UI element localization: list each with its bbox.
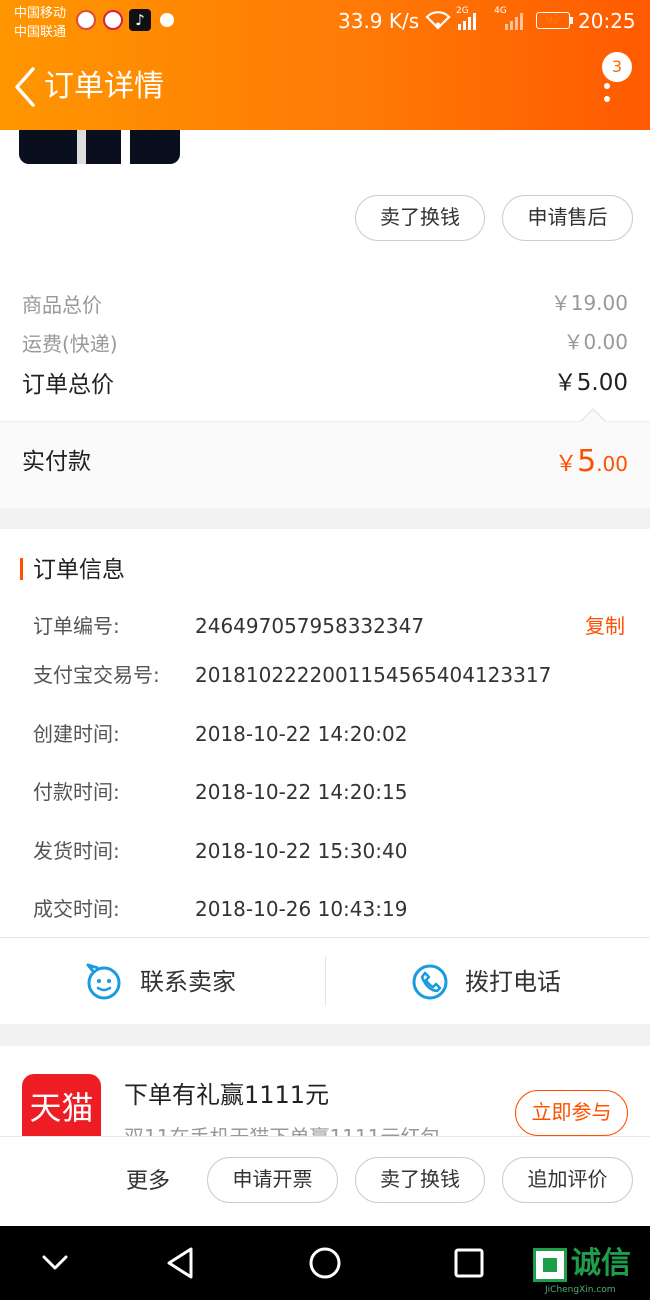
- contact-seller-label: 联系卖家: [140, 968, 236, 996]
- network-type-2: 4G: [494, 6, 507, 16]
- thumbnail-stripe: [77, 130, 86, 164]
- apply-aftersale-button[interactable]: 申请售后: [502, 195, 633, 241]
- watermark-subtext: JiChengXin.com: [545, 1285, 616, 1295]
- clock: 20:25: [578, 9, 636, 33]
- battery-icon: 92: [536, 12, 570, 29]
- goods-total-label: 商品总价: [22, 293, 102, 317]
- network-speed: 33.9 K/s: [338, 9, 420, 33]
- order-number-label: 订单编号:: [33, 614, 120, 638]
- watermark-seal-inner: [543, 1258, 557, 1272]
- goods-total-value: ￥19.00: [550, 291, 628, 315]
- app-notification-icon: [76, 10, 96, 30]
- call-phone-button[interactable]: 拨打电话: [410, 962, 590, 1006]
- alipay-trade-no-value: 2018102222001154565404123317: [195, 663, 552, 687]
- home-circle-icon[interactable]: [308, 1246, 342, 1280]
- order-total-label: 订单总价: [22, 372, 114, 398]
- contact-seller-button[interactable]: 联系卖家: [84, 962, 264, 1006]
- call-phone-label: 拨打电话: [465, 968, 561, 996]
- completed-time-value: 2018-10-26 10:43:19: [195, 897, 408, 921]
- vertical-divider: [325, 956, 326, 1006]
- message-badge[interactable]: 3: [602, 52, 632, 82]
- shipped-time-value: 2018-10-22 15:30:40: [195, 839, 408, 863]
- watermark-seal-icon: [533, 1248, 567, 1282]
- order-number-value: 246497057958332347: [195, 614, 425, 638]
- recent-apps-square-icon[interactable]: [454, 1248, 484, 1278]
- alipay-trade-no-label: 支付宝交易号:: [33, 663, 160, 687]
- battery-tip: [570, 17, 573, 24]
- app-header: 中国移动 中国联通 ♪ 33.9 K/s 2G 4G 92 20:25 订单详情…: [0, 0, 650, 130]
- tiktok-icon: ♪: [129, 9, 151, 31]
- page-title: 订单详情: [44, 69, 164, 104]
- thumbnail-stripe: [121, 130, 130, 164]
- app-notification-icon: [103, 10, 123, 30]
- sell-for-cash-bottom-button[interactable]: 卖了换钱: [355, 1157, 485, 1203]
- paid-label: 实付款: [22, 449, 91, 475]
- watermark-logo: 诚信 JiChengXin.com: [533, 1246, 648, 1298]
- more-button[interactable]: 更多: [126, 1168, 170, 1196]
- apply-invoice-button[interactable]: 申请开票: [207, 1157, 338, 1203]
- chevron-left-icon[interactable]: [12, 66, 38, 108]
- created-time-value: 2018-10-22 14:20:02: [195, 722, 408, 746]
- join-now-button[interactable]: 立即参与: [515, 1090, 628, 1136]
- app-notification-icon: [160, 13, 174, 27]
- carrier-1: 中国移动: [14, 6, 67, 21]
- order-total-value: ￥5.00: [553, 370, 628, 396]
- tmall-logo: 天猫: [22, 1074, 101, 1144]
- paid-value: ￥5.00: [520, 444, 628, 484]
- back-triangle-icon[interactable]: [166, 1246, 194, 1280]
- add-review-button[interactable]: 追加评价: [502, 1157, 633, 1203]
- shipping-label: 运费(快递): [22, 332, 118, 356]
- shipped-time-label: 发货时间:: [33, 839, 120, 863]
- phone-icon: [412, 964, 448, 1000]
- paid-integer: 5: [577, 444, 597, 479]
- order-info-card: [0, 529, 650, 1024]
- wifi-icon: [425, 11, 451, 30]
- divider: [0, 937, 650, 938]
- more-vertical-icon-dot[interactable]: [604, 96, 610, 102]
- paid-decimal: .00: [596, 452, 628, 476]
- shipping-value: ￥0.00: [563, 330, 628, 354]
- section-accent-bar: [20, 558, 23, 580]
- paid-time-label: 付款时间:: [33, 780, 120, 804]
- copy-order-number-button[interactable]: 复制: [585, 613, 625, 639]
- completed-time-label: 成交时间:: [33, 897, 120, 921]
- order-info-title: 订单信息: [33, 557, 125, 583]
- more-vertical-icon[interactable]: [604, 83, 610, 89]
- sell-for-cash-button[interactable]: 卖了换钱: [355, 195, 485, 241]
- promo-title: 下单有礼赢1111元: [124, 1081, 330, 1109]
- network-type-1: 2G: [456, 6, 469, 16]
- paid-time-value: 2018-10-22 14:20:15: [195, 780, 408, 804]
- chat-bubble-icon: [86, 963, 121, 1000]
- carrier-2: 中国联通: [14, 25, 67, 40]
- watermark-text: 诚信: [571, 1246, 631, 1281]
- paid-currency: ￥: [555, 452, 578, 477]
- product-thumbnail[interactable]: [19, 130, 180, 164]
- created-time-label: 创建时间:: [33, 722, 120, 746]
- chevron-down-icon[interactable]: [42, 1254, 68, 1272]
- caret-up-icon-fill: [581, 410, 605, 422]
- battery-level: 92: [546, 13, 560, 26]
